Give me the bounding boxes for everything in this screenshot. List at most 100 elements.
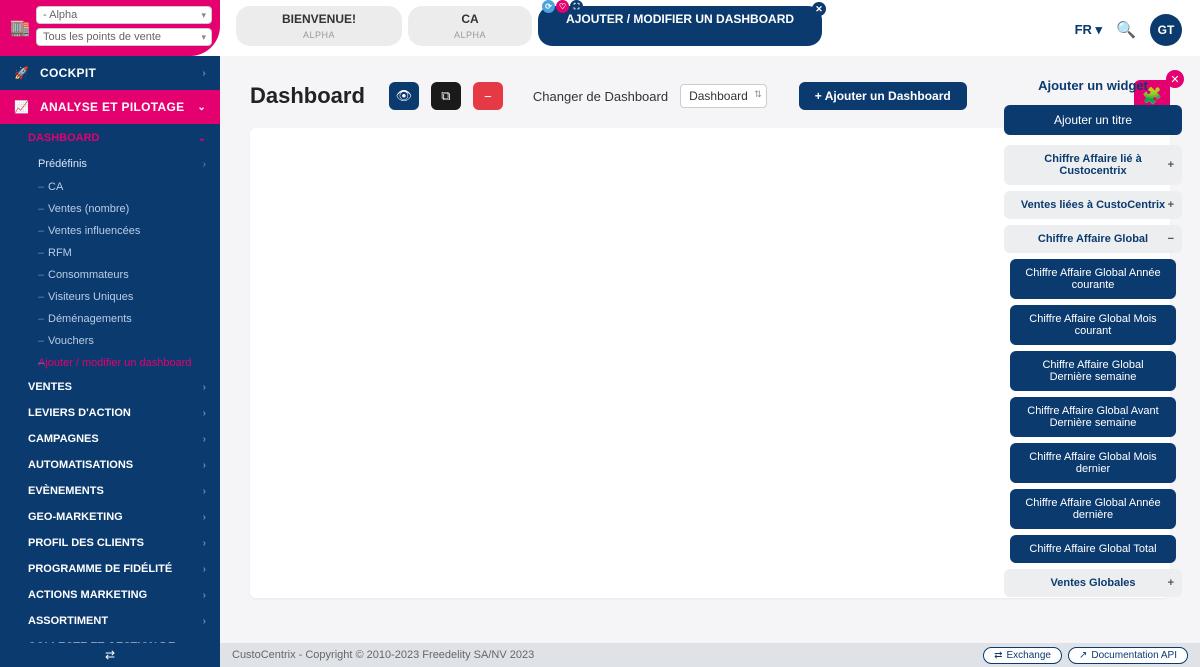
- sidebar-cat-collecte[interactable]: COLLECTE ET GESTION DE DONNÉES›: [0, 634, 220, 643]
- docs-button[interactable]: ↗ Documentation API: [1068, 647, 1188, 664]
- sidebar-label: COCKPIT: [40, 66, 96, 80]
- sidebar-label: ACTIONS MARKETING: [28, 589, 147, 601]
- sidebar-label: AUTOMATISATIONS: [28, 459, 133, 471]
- sidebar-analyse[interactable]: 📈 ANALYSE ET PILOTAGE ⌄: [0, 90, 220, 124]
- widget-chip[interactable]: Chiffre Affaire Global Avant Dernière se…: [1010, 397, 1176, 437]
- sidebar-label: ANALYSE ET PILOTAGE: [40, 100, 184, 114]
- chevron-right-icon: ›: [203, 564, 206, 575]
- tab-bienvenue[interactable]: BIENVENUE! ALPHA: [236, 6, 402, 46]
- tab-ca[interactable]: CA ALPHA: [408, 6, 532, 46]
- sidebar-dashboard[interactable]: DASHBOARD ⌄: [0, 124, 220, 152]
- sidebar-cat-campagnes[interactable]: CAMPAGNES›: [0, 426, 220, 452]
- plus-icon: +: [1168, 199, 1174, 211]
- sidebar-label: VENTES: [28, 381, 72, 393]
- avatar[interactable]: GT: [1150, 14, 1182, 46]
- sidebar-label: EVÈNEMENTS: [28, 485, 104, 497]
- exchange-button[interactable]: ⇄ Exchange: [983, 647, 1062, 664]
- tab-sublabel: ALPHA: [454, 30, 486, 40]
- sidebar-cat-fidelite[interactable]: PROGRAMME DE FIDÉLITÉ ›: [0, 556, 220, 582]
- tab-label: BIENVENUE!: [282, 12, 356, 26]
- tab-bar: BIENVENUE! ALPHA CA ALPHA ⟳ ♡ ⛶ AJOUTER …: [220, 0, 822, 46]
- footer: CustoCentrix - Copyright © 2010-2023 Fre…: [220, 643, 1200, 667]
- add-title-button[interactable]: Ajouter un titre: [1004, 105, 1182, 135]
- sidebar-cat-actions[interactable]: ACTIONS MARKETING›: [0, 582, 220, 608]
- chevron-right-icon: ›: [203, 408, 206, 419]
- sidebar-leaf-rfm[interactable]: RFM: [0, 242, 220, 264]
- sidebar-cat-geomarketing[interactable]: GEO-MARKETING ›: [0, 504, 220, 530]
- tab-sublabel: ALPHA: [282, 30, 356, 40]
- rocket-icon: 🚀: [14, 66, 32, 80]
- copy-icon: ⧉: [441, 88, 450, 104]
- sidebar-leaf-ajouter[interactable]: Ajouter / modifier un dashboard: [0, 352, 220, 374]
- delete-button[interactable]: −: [473, 82, 503, 110]
- accordion-ventes-custocentrix[interactable]: Ventes liées à CustoCentrix+: [1004, 191, 1182, 219]
- change-dashboard-label: Changer de Dashboard: [533, 89, 668, 104]
- view-button[interactable]: 👁: [389, 82, 419, 110]
- chevron-right-icon: ›: [203, 460, 206, 471]
- sidebar-collapse[interactable]: ⇄: [0, 643, 220, 667]
- sidebar-cat-leviers[interactable]: LEVIERS D'ACTION ›: [0, 400, 220, 426]
- sidebar-predefinis[interactable]: Prédéfinis ›: [0, 152, 220, 176]
- heart-icon[interactable]: ♡: [556, 0, 569, 13]
- sidebar-cockpit[interactable]: 🚀 COCKPIT ›: [0, 56, 220, 90]
- chevron-right-icon: ›: [203, 512, 206, 523]
- widget-chip[interactable]: Chiffre Affaire Global Année dernière: [1010, 489, 1176, 529]
- language-selector[interactable]: FR ▾: [1075, 22, 1102, 38]
- exchange-icon: ⇄: [994, 650, 1002, 661]
- topbar: 🏬 - Alpha Tous les points de vente BIENV…: [0, 0, 1200, 56]
- chevron-right-icon: ›: [203, 159, 206, 170]
- button-label: Documentation API: [1091, 650, 1177, 661]
- widget-chip[interactable]: Chiffre Affaire Global Mois courant: [1010, 305, 1176, 345]
- search-icon[interactable]: 🔍: [1116, 20, 1136, 40]
- sidebar-leaf-visiteurs[interactable]: Visiteurs Uniques: [0, 286, 220, 308]
- chevron-right-icon: ›: [202, 68, 206, 79]
- copyright: CustoCentrix - Copyright © 2010-2023 Fre…: [232, 649, 534, 661]
- sidebar-label: PROGRAMME DE FIDÉLITÉ: [28, 563, 172, 575]
- eye-icon: 👁: [396, 88, 413, 104]
- copy-button[interactable]: ⧉: [431, 82, 461, 110]
- org-select[interactable]: - Alpha: [36, 6, 212, 24]
- sidebar-leaf-ca[interactable]: CA: [0, 176, 220, 198]
- widget-chip[interactable]: Chiffre Affaire Global Année courante: [1010, 259, 1176, 299]
- sidebar-label: DASHBOARD: [28, 132, 100, 144]
- accordion-ca-global[interactable]: Chiffre Affaire Global−: [1004, 225, 1182, 253]
- widget-chip[interactable]: Chiffre Affaire Global Dernière semaine: [1010, 351, 1176, 391]
- sidebar: 🚀 COCKPIT › 📈 ANALYSE ET PILOTAGE ⌄ DASH…: [0, 56, 220, 643]
- button-label: Exchange: [1007, 650, 1051, 661]
- dashboard-select[interactable]: Dashboard: [680, 84, 767, 108]
- sidebar-leaf-ventes-nombre[interactable]: Ventes (nombre): [0, 198, 220, 220]
- sidebar-leaf-consommateurs[interactable]: Consommateurs: [0, 264, 220, 286]
- chart-icon: 📈: [14, 100, 32, 114]
- accordion-ventes-globales[interactable]: Ventes Globales+: [1004, 569, 1182, 597]
- accordion-label: Ventes liées à CustoCentrix: [1021, 199, 1165, 211]
- sidebar-label: CAMPAGNES: [28, 433, 99, 445]
- sidebar-cat-automatisations[interactable]: AUTOMATISATIONS ›: [0, 452, 220, 478]
- sidebar-label: ASSORTIMENT: [28, 615, 108, 627]
- minus-icon: −: [484, 89, 492, 104]
- pos-select[interactable]: Tous les points de vente: [36, 28, 212, 46]
- tab-badges: ⟳ ♡ ⛶: [542, 0, 583, 13]
- refresh-icon[interactable]: ⟳: [542, 0, 555, 13]
- page-title: Dashboard: [250, 83, 365, 109]
- add-dashboard-button[interactable]: + Ajouter un Dashboard: [799, 82, 967, 110]
- widget-chip[interactable]: Chiffre Affaire Global Total: [1010, 535, 1176, 563]
- sidebar-cat-ventes[interactable]: VENTES›: [0, 374, 220, 400]
- sidebar-cat-profil[interactable]: PROFIL DES CLIENTS›: [0, 530, 220, 556]
- widget-chip[interactable]: Chiffre Affaire Global Mois dernier: [1010, 443, 1176, 483]
- minus-icon: −: [1168, 233, 1174, 245]
- tab-ajouter-dashboard[interactable]: ⟳ ♡ ⛶ AJOUTER / MODIFIER UN DASHBOARD ✕: [538, 6, 822, 46]
- sidebar-label: GEO-MARKETING: [28, 511, 123, 523]
- close-panel-button[interactable]: ✕: [1166, 70, 1184, 88]
- tab-label: AJOUTER / MODIFIER UN DASHBOARD: [566, 12, 794, 26]
- sidebar-leaf-ventes-influencees[interactable]: Ventes influencées: [0, 220, 220, 242]
- sidebar-label: LEVIERS D'ACTION: [28, 407, 131, 419]
- close-icon[interactable]: ✕: [812, 2, 826, 16]
- sidebar-cat-evenements[interactable]: EVÈNEMENTS›: [0, 478, 220, 504]
- expand-icon[interactable]: ⛶: [570, 0, 583, 13]
- sidebar-leaf-vouchers[interactable]: Vouchers: [0, 330, 220, 352]
- accordion-ca-custocentrix[interactable]: Chiffre Affaire lié à Custocentrix+: [1004, 145, 1182, 185]
- tab-label: CA: [461, 12, 478, 26]
- external-icon: ↗: [1079, 650, 1087, 661]
- sidebar-cat-assortiment[interactable]: ASSORTIMENT›: [0, 608, 220, 634]
- sidebar-leaf-demenagements[interactable]: Déménagements: [0, 308, 220, 330]
